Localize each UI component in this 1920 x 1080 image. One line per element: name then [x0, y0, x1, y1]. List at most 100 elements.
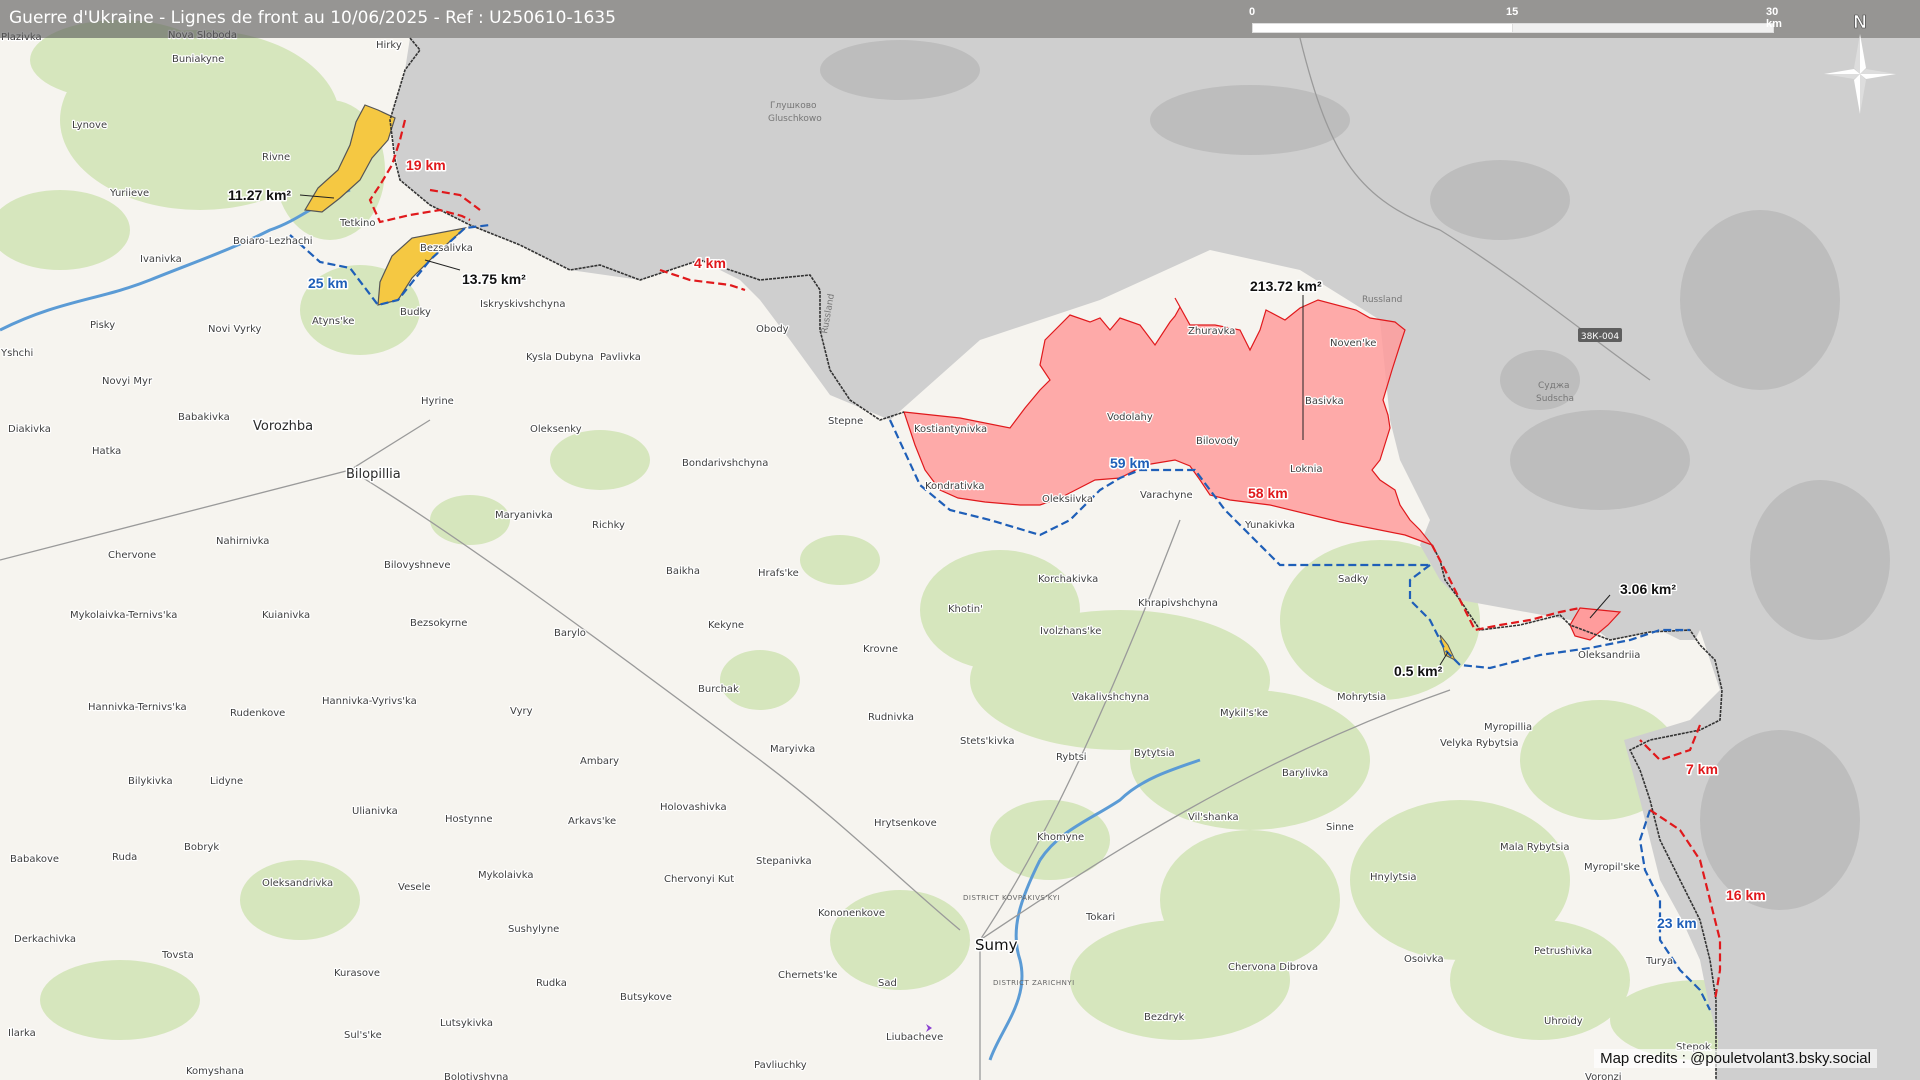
place: Stepne — [828, 416, 863, 427]
place: Turya — [1645, 956, 1673, 967]
place-glushkovo-lat: Gluschkowo — [768, 114, 822, 124]
place: Mykolaivka-Ternivs'ka — [70, 610, 177, 621]
place: Chervone — [108, 550, 156, 561]
place: Chervona Dibrova — [1228, 962, 1318, 973]
place: Kekyne — [708, 620, 744, 631]
place: Komyshana — [186, 1066, 244, 1077]
distance-label-6: 7 km — [1686, 761, 1718, 777]
place: Bolotivshyna — [444, 1072, 508, 1080]
place: Sinne — [1326, 822, 1354, 833]
place: Voronzi — [1585, 1072, 1622, 1080]
place: Barylivka — [1282, 768, 1328, 779]
scale-label-15: 15 — [1506, 6, 1519, 18]
place: Hatka — [92, 446, 121, 457]
place: Sad — [878, 978, 897, 989]
distance-label-3: 4 km — [694, 255, 726, 271]
place: Rudenkove — [230, 708, 285, 719]
place: Bilykivka — [128, 776, 173, 787]
place: Arkavs'ke — [568, 816, 616, 827]
place-sudzha: Суджа — [1538, 381, 1569, 391]
place: Obody — [756, 324, 789, 335]
scale-segment-2 — [1512, 23, 1774, 33]
place: Tetkino — [339, 218, 376, 229]
place: Vil'shanka — [1188, 812, 1239, 823]
place: Ulianivka — [352, 806, 398, 817]
place: Basivka — [1305, 396, 1344, 407]
place: Ivanivka — [140, 254, 182, 265]
place: Yshchi — [0, 348, 33, 359]
place: Kuianivka — [262, 610, 310, 621]
map-credits: Map credits : @pouletvolant3.bsky.social — [1594, 1049, 1877, 1068]
place: Butsykove — [620, 992, 672, 1003]
place-vorozhba: Vorozhba — [253, 419, 313, 434]
place: Rudka — [536, 978, 567, 989]
place-bilopillia: Bilopillia — [346, 467, 401, 482]
place: Mykolaivka — [478, 870, 533, 881]
place: Bezsalivka — [420, 243, 473, 254]
place: Ivolzhans'ke — [1040, 626, 1101, 637]
place: Boiaro-Lezhachi — [233, 236, 313, 247]
place: Khomyne — [1037, 832, 1084, 843]
place: Hrytsenkove — [874, 818, 937, 829]
place: Oleksenky — [530, 424, 582, 435]
place: Bilovody — [1196, 436, 1239, 447]
place: Tokari — [1085, 912, 1115, 923]
place: Pavliuchky — [754, 1060, 807, 1071]
place-sudzha-lat: Sudscha — [1536, 394, 1574, 404]
place: Stepanivka — [756, 856, 812, 867]
place: Lynove — [72, 120, 107, 131]
place: Diakivka — [8, 424, 51, 435]
place: Pisky — [90, 320, 115, 331]
area-label-1: 11.27 km² — [228, 187, 291, 203]
place: Richky — [592, 520, 625, 531]
place: Derkachivka — [14, 934, 76, 945]
place: Stets'kivka — [960, 736, 1015, 747]
place: Barylo — [554, 628, 586, 639]
svg-text:N: N — [1854, 12, 1867, 32]
place: Zhuravka — [1188, 326, 1235, 337]
place: Khotin' — [948, 604, 983, 615]
place: Maryivka — [770, 744, 815, 755]
place: Vodolahy — [1107, 412, 1153, 423]
place: Rybtsi — [1056, 752, 1087, 763]
place: Bilovyshneve — [384, 560, 450, 571]
place: Buniakyne — [172, 54, 224, 65]
title-bar: Guerre d'Ukraine - Lignes de front au 10… — [0, 0, 1920, 38]
place: Bezdryk — [1144, 1012, 1185, 1023]
area-label-3: 213.72 km² — [1250, 278, 1322, 294]
place: Bytytsia — [1134, 748, 1175, 759]
place: Bezsokyrne — [410, 618, 467, 629]
place: Kostiantynivka — [914, 424, 987, 435]
place: Atyns'ke — [312, 316, 354, 327]
place: Novyi Myr — [102, 376, 153, 387]
place: Oleksandrivka — [262, 878, 333, 889]
map-canvas[interactable]: Глушково Gluschkowo Суджа Sudscha 38К-00… — [0, 0, 1920, 1080]
place: Kondrativka — [925, 481, 984, 492]
place: Hannivka-Ternivs'ka — [88, 702, 187, 713]
place: Nahirnivka — [216, 536, 269, 547]
place: Burchak — [698, 684, 739, 695]
place: Babakove — [10, 854, 59, 865]
label-russland-1: Russland — [1362, 295, 1402, 305]
place: Novi Vyrky — [208, 324, 262, 335]
place: Myropil'ske — [1584, 862, 1640, 873]
place: Babakivka — [178, 412, 230, 423]
distance-label-7: 16 km — [1726, 887, 1766, 903]
place: Rudnivka — [868, 712, 914, 723]
place-glushkovo: Глушково — [770, 101, 817, 111]
place: Mohrytsia — [1337, 692, 1386, 703]
map-title: Guerre d'Ukraine - Lignes de front au 10… — [9, 8, 616, 28]
place: Varachyne — [1140, 490, 1193, 501]
place: Ruda — [112, 852, 137, 863]
place: Lutsykivka — [440, 1018, 493, 1029]
distance-label-2: 25 km — [308, 275, 348, 291]
area-label-4: 3.06 km² — [1620, 581, 1676, 597]
district-zarich: DISTRICT ZARICHNYI — [993, 979, 1075, 987]
svg-text:38К-004: 38К-004 — [1581, 332, 1620, 342]
place: Korchakivka — [1038, 574, 1098, 585]
place: Velyka Rybytsia — [1440, 738, 1518, 749]
place: Noven'ke — [1330, 338, 1376, 349]
area-label-2: 13.75 km² — [462, 271, 526, 287]
place: Kurasove — [334, 968, 380, 979]
distance-label-4: 59 km — [1110, 455, 1150, 471]
